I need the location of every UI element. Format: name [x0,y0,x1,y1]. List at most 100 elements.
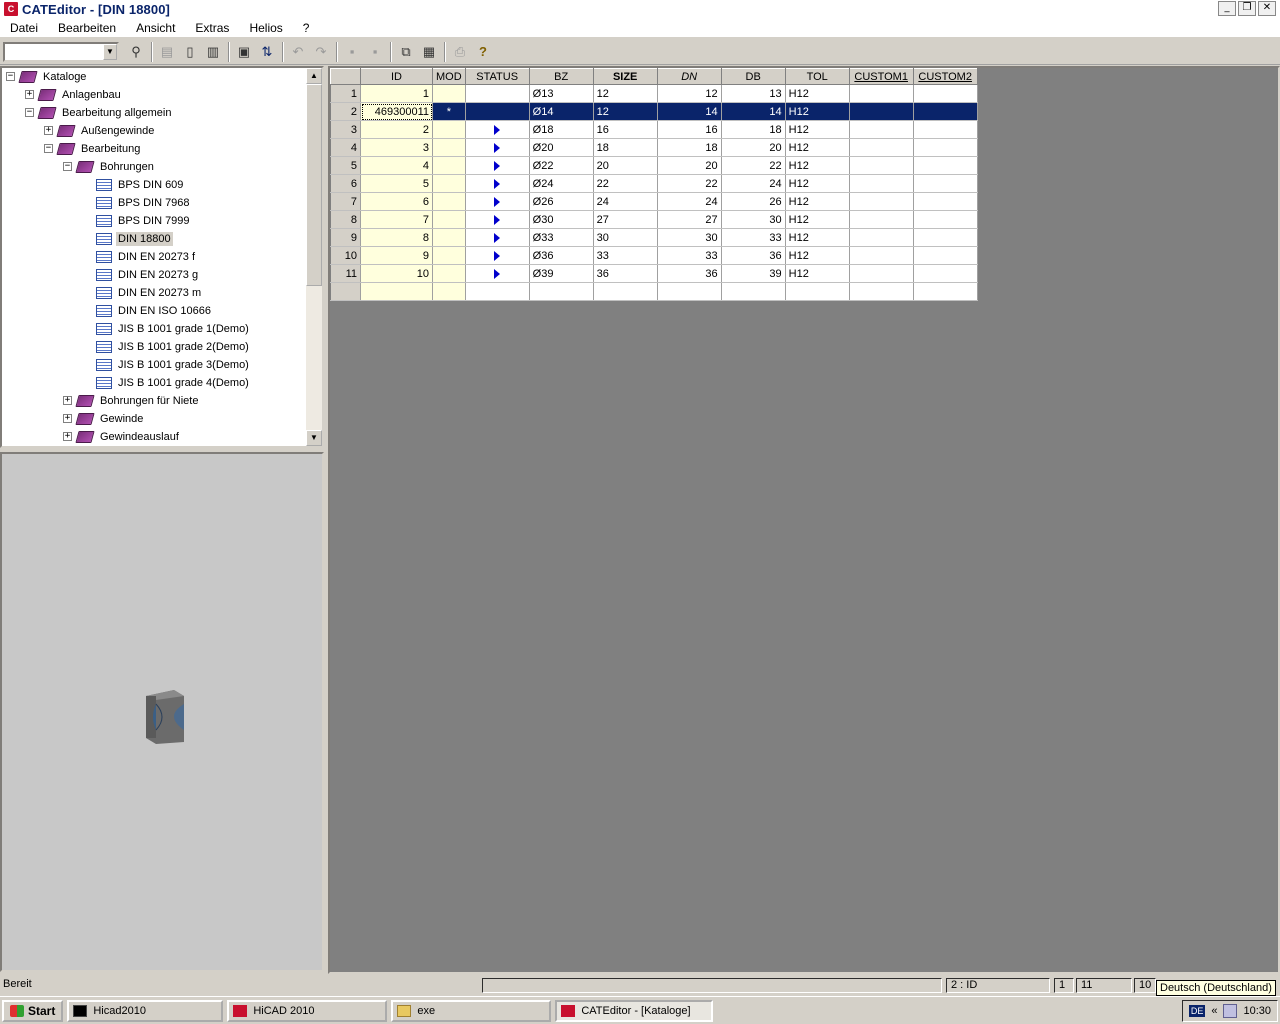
cell-db[interactable]: 39 [721,264,786,283]
table-row[interactable]: 4 3 Ø20 18 18 20 H12 [330,138,978,157]
expand-icon[interactable]: + [63,396,72,405]
cell-id[interactable]: 10 [360,264,433,283]
cell-db[interactable]: 36 [721,246,786,265]
cell-id[interactable]: 4 [360,156,433,175]
cell-id[interactable]: 2 [360,120,433,139]
row-number[interactable]: 6 [330,174,361,193]
tree-item[interactable]: − Kataloge [6,68,88,86]
cell-status[interactable] [465,156,530,175]
table-row[interactable]: 10 9 Ø36 33 33 36 H12 [330,246,978,265]
cell-c2[interactable] [913,174,978,193]
row-number[interactable]: 5 [330,156,361,175]
cell-size[interactable]: 18 [593,138,658,157]
cell-status[interactable] [465,228,530,247]
cell-c2[interactable] [913,120,978,139]
tree-item[interactable]: DIN EN 20273 m [96,284,203,302]
collapse-icon[interactable]: − [44,144,53,153]
column-header[interactable]: BZ [528,68,594,85]
column-header[interactable]: STATUS [464,68,530,85]
cell-tol[interactable]: H12 [785,192,850,211]
cell-bz[interactable]: Ø18 [529,120,594,139]
menu-item[interactable]: Helios [239,21,292,35]
collapse-icon[interactable]: − [25,108,34,117]
cell-status[interactable] [465,192,530,211]
tree-item[interactable]: DIN EN 20273 g [96,266,200,284]
tree-item[interactable]: BPS DIN 7999 [96,212,192,230]
cell-bz[interactable]: Ø36 [529,246,594,265]
cell-bz[interactable]: Ø39 [529,264,594,283]
cell-bz[interactable]: Ø30 [529,210,594,229]
row-number[interactable]: 2 [330,102,361,121]
cell-size[interactable]: 27 [593,210,658,229]
cell-status[interactable] [465,120,530,139]
cell-status[interactable] [465,282,530,301]
cell-mod[interactable] [432,120,466,139]
column-header[interactable]: MOD [432,68,466,85]
cell-mod[interactable] [432,84,466,103]
tree-item[interactable]: + Gewinde [63,410,145,428]
table-row[interactable]: 7 6 Ø26 24 24 26 H12 [330,192,978,211]
cell-id[interactable]: 9 [360,246,433,265]
cell-id[interactable]: 7 [360,210,433,229]
cell-c1[interactable] [849,192,914,211]
task-hicad[interactable]: HiCAD 2010 [227,999,388,1022]
tree-item[interactable]: DIN 18800 [96,230,173,248]
cell-size[interactable]: 30 [593,228,658,247]
expand-icon[interactable]: + [25,90,34,99]
save-icon[interactable]: ▣ [233,41,255,63]
cell-dn[interactable]: 16 [657,120,722,139]
tree-item[interactable]: BPS DIN 7968 [96,194,192,212]
insert-row-icon[interactable]: ▪ [341,41,363,63]
cell-bz[interactable]: Ø26 [529,192,594,211]
cell-id[interactable]: 3 [360,138,433,157]
cell-bz[interactable]: Ø22 [529,156,594,175]
column-header[interactable]: DB [720,68,786,85]
export-icon[interactable]: ▤ [156,41,178,63]
cell-size[interactable]: 20 [593,156,658,175]
cell-dn[interactable] [657,282,722,301]
cell-tol[interactable]: H12 [785,246,850,265]
row-number[interactable]: 3 [330,120,361,139]
tree-item[interactable]: DIN EN ISO 10666 [96,302,213,320]
column-header[interactable]: CUSTOM2 [912,68,978,85]
tree-item[interactable]: BPS DIN 609 [96,176,185,194]
cell-bz[interactable] [529,282,594,301]
delete-row-icon[interactable]: ▪ [364,41,386,63]
cell-id[interactable]: 469300011 [360,102,433,121]
task-exe-folder[interactable]: exe [391,999,552,1022]
cell-status[interactable] [465,138,530,157]
cell-tol[interactable]: H12 [785,84,850,103]
row-number[interactable]: 8 [330,210,361,229]
cell-db[interactable]: 24 [721,174,786,193]
cell-mod[interactable] [432,246,466,265]
cell-id[interactable]: 6 [360,192,433,211]
cell-tol[interactable]: H12 [785,210,850,229]
cell-dn[interactable]: 14 [657,102,722,121]
task-cateditor[interactable]: CATEditor - [Kataloge] [555,999,714,1022]
column-header[interactable]: ID [360,68,433,85]
column-header[interactable]: SIZE [592,68,658,85]
scroll-up-icon[interactable]: ▲ [306,68,322,84]
table-row[interactable]: 3 2 Ø18 16 16 18 H12 [330,120,978,139]
cell-size[interactable]: 24 [593,192,658,211]
undo-icon[interactable]: ↶ [287,41,309,63]
row-number[interactable]: 9 [330,228,361,247]
close-icon[interactable]: ✕ [1258,1,1276,16]
cell-mod[interactable] [432,228,466,247]
tray-expand-icon[interactable]: « [1211,1005,1217,1017]
table-row[interactable]: 1 1 Ø13 12 12 13 H12 [330,84,978,103]
cell-c1[interactable] [849,210,914,229]
cell-size[interactable]: 16 [593,120,658,139]
cell-id[interactable]: 8 [360,228,433,247]
search-combo[interactable]: ▼ [3,41,119,62]
tree-item[interactable]: − Bearbeitung allgemein [25,104,173,122]
cell-dn[interactable]: 18 [657,138,722,157]
cell-mod[interactable]: * [432,102,466,121]
cell-tol[interactable]: H12 [785,138,850,157]
tree-item[interactable]: − Bohrungen [63,158,156,176]
start-button[interactable]: Start [2,999,64,1022]
cell-status[interactable] [465,264,530,283]
tree-scrollbar[interactable]: ▲ ▼ [306,68,322,446]
cell-c2[interactable] [913,246,978,265]
cell-status[interactable] [465,84,530,103]
